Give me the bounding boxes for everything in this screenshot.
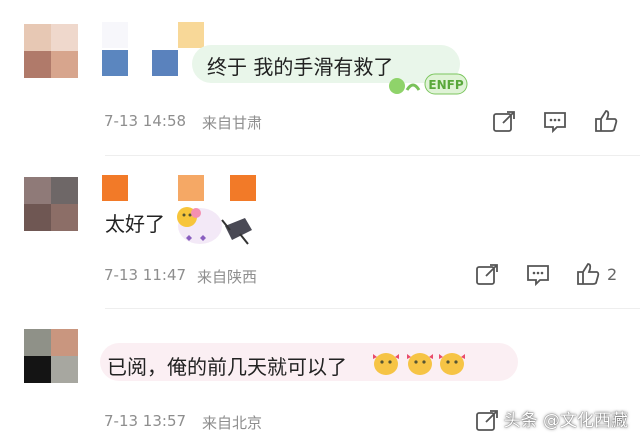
share-icon[interactable] xyxy=(491,109,517,135)
watermark: 头条 @文化西藏 xyxy=(503,411,628,431)
sticker-emoji xyxy=(177,207,252,245)
thumbs-up-icon[interactable] xyxy=(575,261,601,287)
comment-date: 7-13 14:58 xyxy=(104,112,187,130)
comment-location: 来自甘肃 xyxy=(202,114,263,132)
comment-date: 7-13 11:47 xyxy=(104,266,187,284)
badge-sticker: ENFP xyxy=(389,73,468,95)
like-count: 2 xyxy=(607,265,618,284)
sticker-emoji xyxy=(373,353,465,375)
divider xyxy=(105,155,640,156)
divider xyxy=(105,308,640,309)
avatar[interactable] xyxy=(24,329,78,383)
comment-text: 已阅，俺的前几天就可以了 xyxy=(107,355,347,379)
comment-text: 终于 我的手滑有救了 xyxy=(207,55,394,79)
thumbs-up-icon[interactable] xyxy=(593,108,619,134)
avatar[interactable] xyxy=(24,24,78,78)
badge-label: ENFP xyxy=(428,78,463,92)
comment-date: 7-13 13:57 xyxy=(104,412,187,430)
share-icon[interactable] xyxy=(474,408,500,434)
avatar[interactable] xyxy=(24,177,78,231)
share-icon[interactable] xyxy=(474,262,500,288)
comment-icon[interactable] xyxy=(542,109,568,135)
comment-location: 来自北京 xyxy=(202,414,263,432)
comment-location: 来自陕西 xyxy=(197,268,258,286)
comment-icon[interactable] xyxy=(525,262,551,288)
comment-text: 太好了 xyxy=(105,212,165,236)
